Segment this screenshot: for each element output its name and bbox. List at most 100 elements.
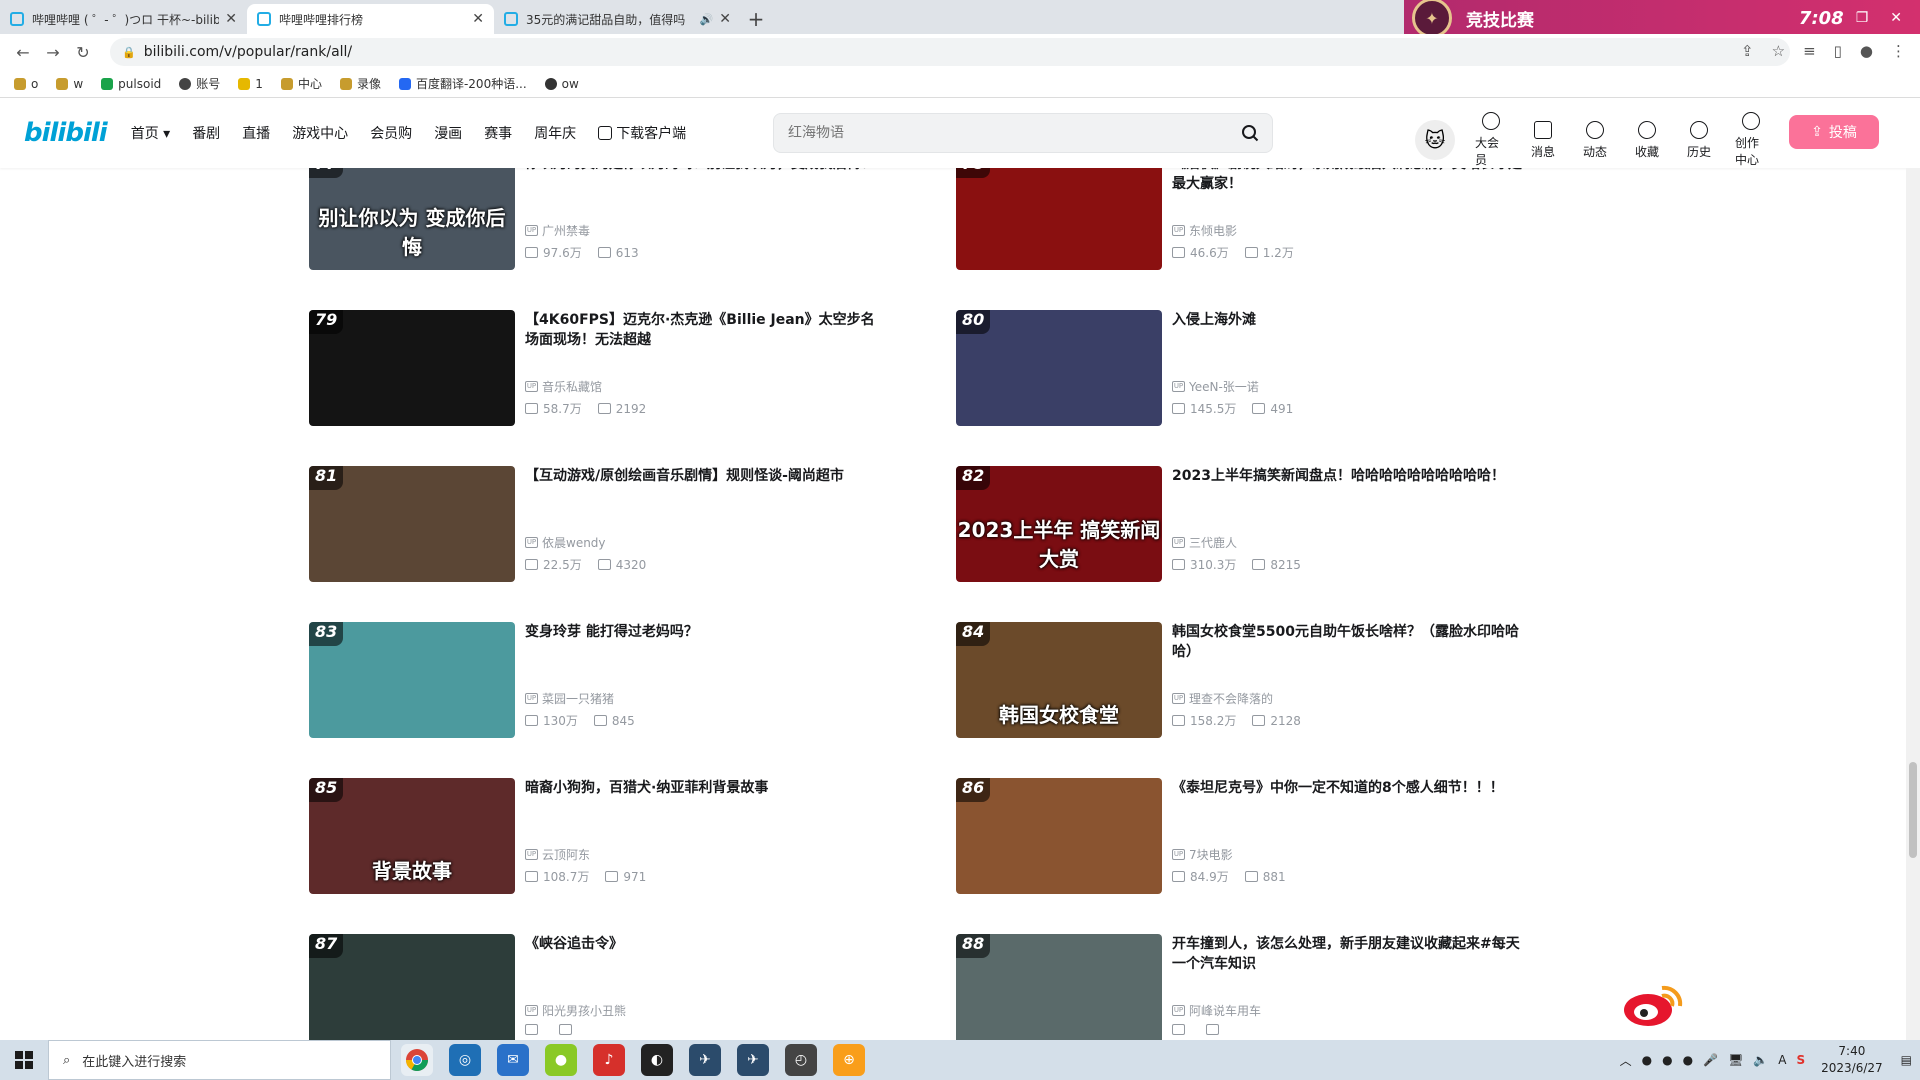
video-title[interactable]: 《峡谷追击令》 bbox=[525, 934, 885, 974]
nav-item-anime[interactable]: 番剧 bbox=[192, 123, 220, 143]
browser-tab[interactable]: 35元的满记甜品自助，值得吗 🔊 ✕ bbox=[494, 4, 741, 34]
side-panel-icon[interactable]: ▯ bbox=[1834, 42, 1842, 60]
bookmark-item[interactable]: pulsoid bbox=[101, 77, 161, 91]
video-title[interactable]: 你以为的真的是你以为的吗？别让我以为，变成我后悔！ bbox=[525, 168, 885, 194]
user-avatar[interactable]: 🐱 bbox=[1415, 120, 1455, 160]
uploader[interactable]: UP 三代鹿人 bbox=[1172, 534, 1237, 551]
search-icon[interactable] bbox=[1234, 117, 1266, 149]
uploader[interactable]: UP 7块电影 bbox=[1172, 846, 1233, 863]
taskbar-search[interactable]: ⌕ 在此键入进行搜索 bbox=[48, 1040, 391, 1080]
video-thumbnail[interactable]: 77 别让你以为 变成你后悔 bbox=[309, 168, 515, 270]
chrome-icon[interactable] bbox=[401, 1044, 433, 1076]
reading-list-icon[interactable]: ≡ bbox=[1803, 42, 1816, 60]
network-icon[interactable]: 🖥 bbox=[1728, 1053, 1743, 1067]
rank-list-item[interactable]: 79 【4K60FPS】迈克尔·杰克逊《Billie Jean》太空步名场面现场… bbox=[309, 310, 929, 426]
nav-item-download[interactable]: 下载客户端 bbox=[598, 123, 686, 143]
close-icon[interactable]: ✕ bbox=[225, 11, 237, 27]
uploader[interactable]: UP 音乐私藏馆 bbox=[525, 378, 602, 395]
new-tab-button[interactable]: + bbox=[741, 4, 771, 34]
nav-item-manga[interactable]: 漫画 bbox=[434, 123, 462, 143]
uploader[interactable]: UP YeeN-张一诺 bbox=[1172, 378, 1259, 395]
bilibili-logo[interactable]: bilibili bbox=[24, 118, 108, 148]
uploader[interactable]: UP 广州禁毒 bbox=[525, 222, 590, 239]
app-icon[interactable]: ✉ bbox=[497, 1044, 529, 1076]
video-thumbnail[interactable]: 82 2023上半年 搞笑新闻大赏 bbox=[956, 466, 1162, 582]
video-title[interactable]: 入侵上海外滩 bbox=[1172, 310, 1532, 350]
header-history[interactable]: 历史 bbox=[1683, 120, 1715, 160]
rank-list-item[interactable]: 84 韩国女校食堂 韩国女校食堂5500元自助午饭长啥样？（露脸水印哈哈哈） U… bbox=[956, 622, 1576, 738]
video-thumbnail[interactable]: 81 bbox=[309, 466, 515, 582]
rank-list-item[interactable]: 81 【互动游戏/原创绘画音乐剧情】规则怪谈-阈尚超市 UP 依晨wendy 2… bbox=[309, 466, 929, 582]
close-icon[interactable]: ✕ bbox=[472, 11, 484, 27]
share-icon[interactable]: ⇪ bbox=[1741, 42, 1754, 60]
rank-list-item[interactable]: 83 变身玲芽 能打得过老妈吗？ UP 菜园一只猪猪 130万 845 bbox=[309, 622, 929, 738]
bookmark-star-icon[interactable]: ☆ bbox=[1772, 42, 1785, 60]
weibo-icon[interactable] bbox=[1622, 976, 1686, 1030]
uploader[interactable]: UP 菜园一只猪猪 bbox=[525, 690, 614, 707]
qq-icon[interactable]: ◐ bbox=[641, 1044, 673, 1076]
nav-item-anniversary[interactable]: 周年庆 bbox=[534, 123, 576, 143]
nav-item-esports[interactable]: 赛事 bbox=[484, 123, 512, 143]
nav-item-home[interactable]: 首页 ▾ bbox=[131, 123, 170, 143]
browser-tab[interactable]: 哔哩哔哩 ( ゜- ゜)つロ 干杯~-bilib ✕ bbox=[0, 4, 247, 34]
video-thumbnail[interactable]: 86 bbox=[956, 778, 1162, 894]
app-icon[interactable]: ✈ bbox=[689, 1044, 721, 1076]
uploader[interactable]: UP 东倾电影 bbox=[1172, 222, 1237, 239]
taskbar-clock[interactable]: 7:40 2023/6/27 bbox=[1821, 1043, 1883, 1077]
uploader[interactable]: UP 理查不会降落的 bbox=[1172, 690, 1273, 707]
rank-list-item[interactable]: 88 开车撞到人，该怎么处理，新手朋友建议收藏起来#每天一个汽车知识 UP 阿峰… bbox=[956, 934, 1576, 1040]
nav-item-mall[interactable]: 会员购 bbox=[370, 123, 412, 143]
windows-start-icon[interactable] bbox=[0, 1040, 48, 1080]
forward-icon[interactable]: → bbox=[38, 43, 68, 62]
speaker-icon[interactable]: 🔊 bbox=[700, 13, 714, 26]
app-icon[interactable]: ◎ bbox=[449, 1044, 481, 1076]
bookmark-item[interactable]: w bbox=[56, 77, 83, 91]
video-title[interactable]: 变身玲芽 能打得过老妈吗？ bbox=[525, 622, 885, 662]
uploader[interactable]: UP 阿峰说车用车 bbox=[1172, 1002, 1261, 1019]
bookmark-item[interactable]: 1 bbox=[238, 77, 263, 91]
app-icon[interactable]: ● bbox=[545, 1044, 577, 1076]
header-favorites[interactable]: 收藏 bbox=[1631, 120, 1663, 160]
video-thumbnail[interactable]: 85 背景故事 bbox=[309, 778, 515, 894]
app-icon[interactable]: ✈ bbox=[737, 1044, 769, 1076]
uploader[interactable]: UP 云顶阿东 bbox=[525, 846, 590, 863]
reload-icon[interactable]: ↻ bbox=[68, 43, 98, 62]
video-title[interactable]: 韩国女校食堂5500元自助午饭长啥样？（露脸水印哈哈哈） bbox=[1172, 622, 1532, 662]
tray-app-icon[interactable]: ● bbox=[1642, 1053, 1652, 1067]
rank-list-item[interactable]: 86 《泰坦尼克号》中你一定不知道的8个感人细节！！！ UP 7块电影 84.9… bbox=[956, 778, 1576, 894]
profile-icon[interactable]: ● bbox=[1860, 42, 1873, 60]
back-icon[interactable]: ← bbox=[8, 43, 38, 62]
bookmark-item[interactable]: 中心 bbox=[280, 75, 322, 92]
video-thumbnail[interactable]: 88 bbox=[956, 934, 1162, 1040]
video-thumbnail[interactable]: 80 bbox=[956, 310, 1162, 426]
notification-icon[interactable]: ▤ bbox=[1901, 1053, 1912, 1067]
search-input[interactable] bbox=[788, 125, 1234, 141]
video-title[interactable]: 开车撞到人，该怎么处理，新手朋友建议收藏起来#每天一个汽车知识 bbox=[1172, 934, 1532, 974]
microphone-icon[interactable]: 🎤 bbox=[1703, 1053, 1718, 1067]
rank-list-item[interactable]: 78 《潜伏》剧说大结局，余则成最后只剩悲情，吴站长才是最大赢家！ UP 东倾电… bbox=[956, 168, 1576, 270]
header-vip[interactable]: 大会员 bbox=[1475, 112, 1507, 168]
video-title[interactable]: 【互动游戏/原创绘画音乐剧情】规则怪谈-阈尚超市 bbox=[525, 466, 885, 506]
rank-list-item[interactable]: 80 入侵上海外滩 UP YeeN-张一诺 145.5万 491 bbox=[956, 310, 1576, 426]
browser-tab-active[interactable]: 哔哩哔哩排行榜 ✕ bbox=[247, 4, 494, 34]
bookmark-item[interactable]: 账号 bbox=[179, 75, 220, 92]
bookmark-item[interactable]: o bbox=[14, 77, 38, 91]
video-title[interactable]: 《泰坦尼克号》中你一定不知道的8个感人细节！！！ bbox=[1172, 778, 1532, 818]
input-method-icon[interactable]: A bbox=[1778, 1053, 1786, 1067]
video-thumbnail[interactable]: 79 bbox=[309, 310, 515, 426]
video-title[interactable]: 【4K60FPS】迈克尔·杰克逊《Billie Jean》太空步名场面现场！无法… bbox=[525, 310, 885, 350]
video-title[interactable]: 2023上半年搞笑新闻盘点！哈哈哈哈哈哈哈哈哈哈！ bbox=[1172, 466, 1532, 506]
close-window-icon[interactable]: ✕ bbox=[1890, 10, 1902, 26]
uploader[interactable]: UP 阳光男孩小丑熊 bbox=[525, 1002, 626, 1019]
uploader[interactable]: UP 依晨wendy bbox=[525, 534, 606, 551]
rank-list-item[interactable]: 77 别让你以为 变成你后悔 你以为的真的是你以为的吗？别让我以为，变成我后悔！… bbox=[309, 168, 929, 270]
header-dynamics[interactable]: 动态 bbox=[1579, 120, 1611, 160]
page-scrollbar[interactable] bbox=[1906, 168, 1920, 1040]
volume-icon[interactable]: 🔈 bbox=[1753, 1053, 1768, 1067]
video-thumbnail[interactable]: 78 bbox=[956, 168, 1162, 270]
overwatch-icon[interactable]: ⊕ bbox=[833, 1044, 865, 1076]
rank-list-item[interactable]: 82 2023上半年 搞笑新闻大赏 2023上半年搞笑新闻盘点！哈哈哈哈哈哈哈哈… bbox=[956, 466, 1576, 582]
video-title[interactable]: 暗裔小狗狗，百猎犬·纳亚菲利背景故事 bbox=[525, 778, 885, 818]
close-icon[interactable]: ✕ bbox=[719, 11, 731, 27]
nav-item-game-center[interactable]: 游戏中心 bbox=[292, 123, 348, 143]
